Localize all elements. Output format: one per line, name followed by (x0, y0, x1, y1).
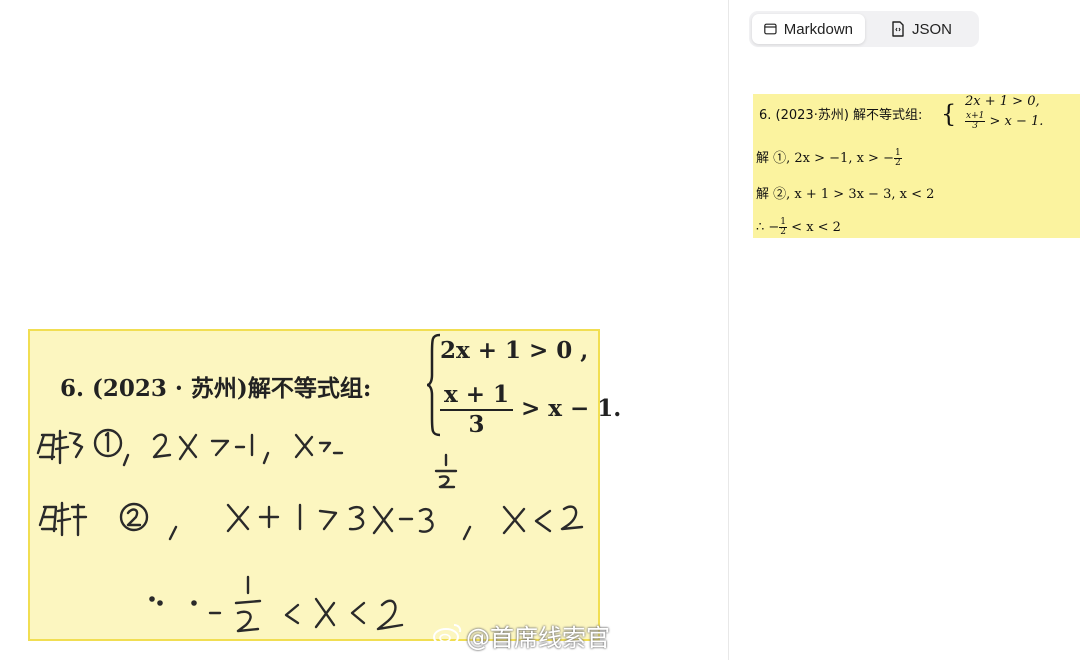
md-eq2: x+1 3 > x − 1. (965, 111, 1044, 131)
hand-line-1 (36, 428, 458, 489)
md-eq2-fraction: x+1 3 (965, 111, 986, 131)
hand-line-3 (149, 575, 404, 633)
md-half-fraction: 12 (893, 148, 902, 168)
watermark-text: @首席线索官 (466, 623, 610, 652)
view-toggle: Markdown JSON (749, 11, 979, 47)
source-image-pane: 6. (2023 · 苏州)解不等式组: 2x + 1 > 0 , x + 1 … (0, 0, 728, 660)
hand-line-2 (38, 501, 584, 541)
scanned-problem-image: 6. (2023 · 苏州)解不等式组: 2x + 1 > 0 , x + 1 … (28, 329, 621, 641)
handwritten-solution (36, 428, 584, 633)
tab-markdown[interactable]: Markdown (752, 14, 865, 44)
weibo-watermark: @首席线索官 (432, 618, 610, 652)
output-pane: Markdown JSON 6. (2023·苏州) 解不等式组: { 2x +… (729, 0, 1080, 660)
markdown-render: 6. (2023·苏州) 解不等式组: { 2x + 1 > 0, x+1 3 … (753, 94, 1080, 238)
md-line-3: ∴ −1 2 < x < 2 (756, 217, 841, 237)
md-brace: { (941, 100, 957, 128)
md-line-1: 解 ①, 2x > −1, x > −1 2 (756, 148, 902, 168)
md-question: 6. (2023·苏州) 解不等式组: (759, 108, 923, 123)
json-file-icon (892, 21, 904, 37)
tab-json-label: JSON (912, 20, 953, 38)
window-icon (764, 23, 777, 35)
md-half-fraction: 12 (779, 217, 788, 237)
md-line-2: 解 ②, x + 1 > 3x − 3, x < 2 (756, 187, 935, 202)
md-eq1: 2x + 1 > 0, (965, 94, 1040, 109)
weibo-logo-icon (433, 624, 462, 646)
tab-json[interactable]: JSON (879, 14, 975, 44)
tab-markdown-label: Markdown (783, 20, 853, 38)
